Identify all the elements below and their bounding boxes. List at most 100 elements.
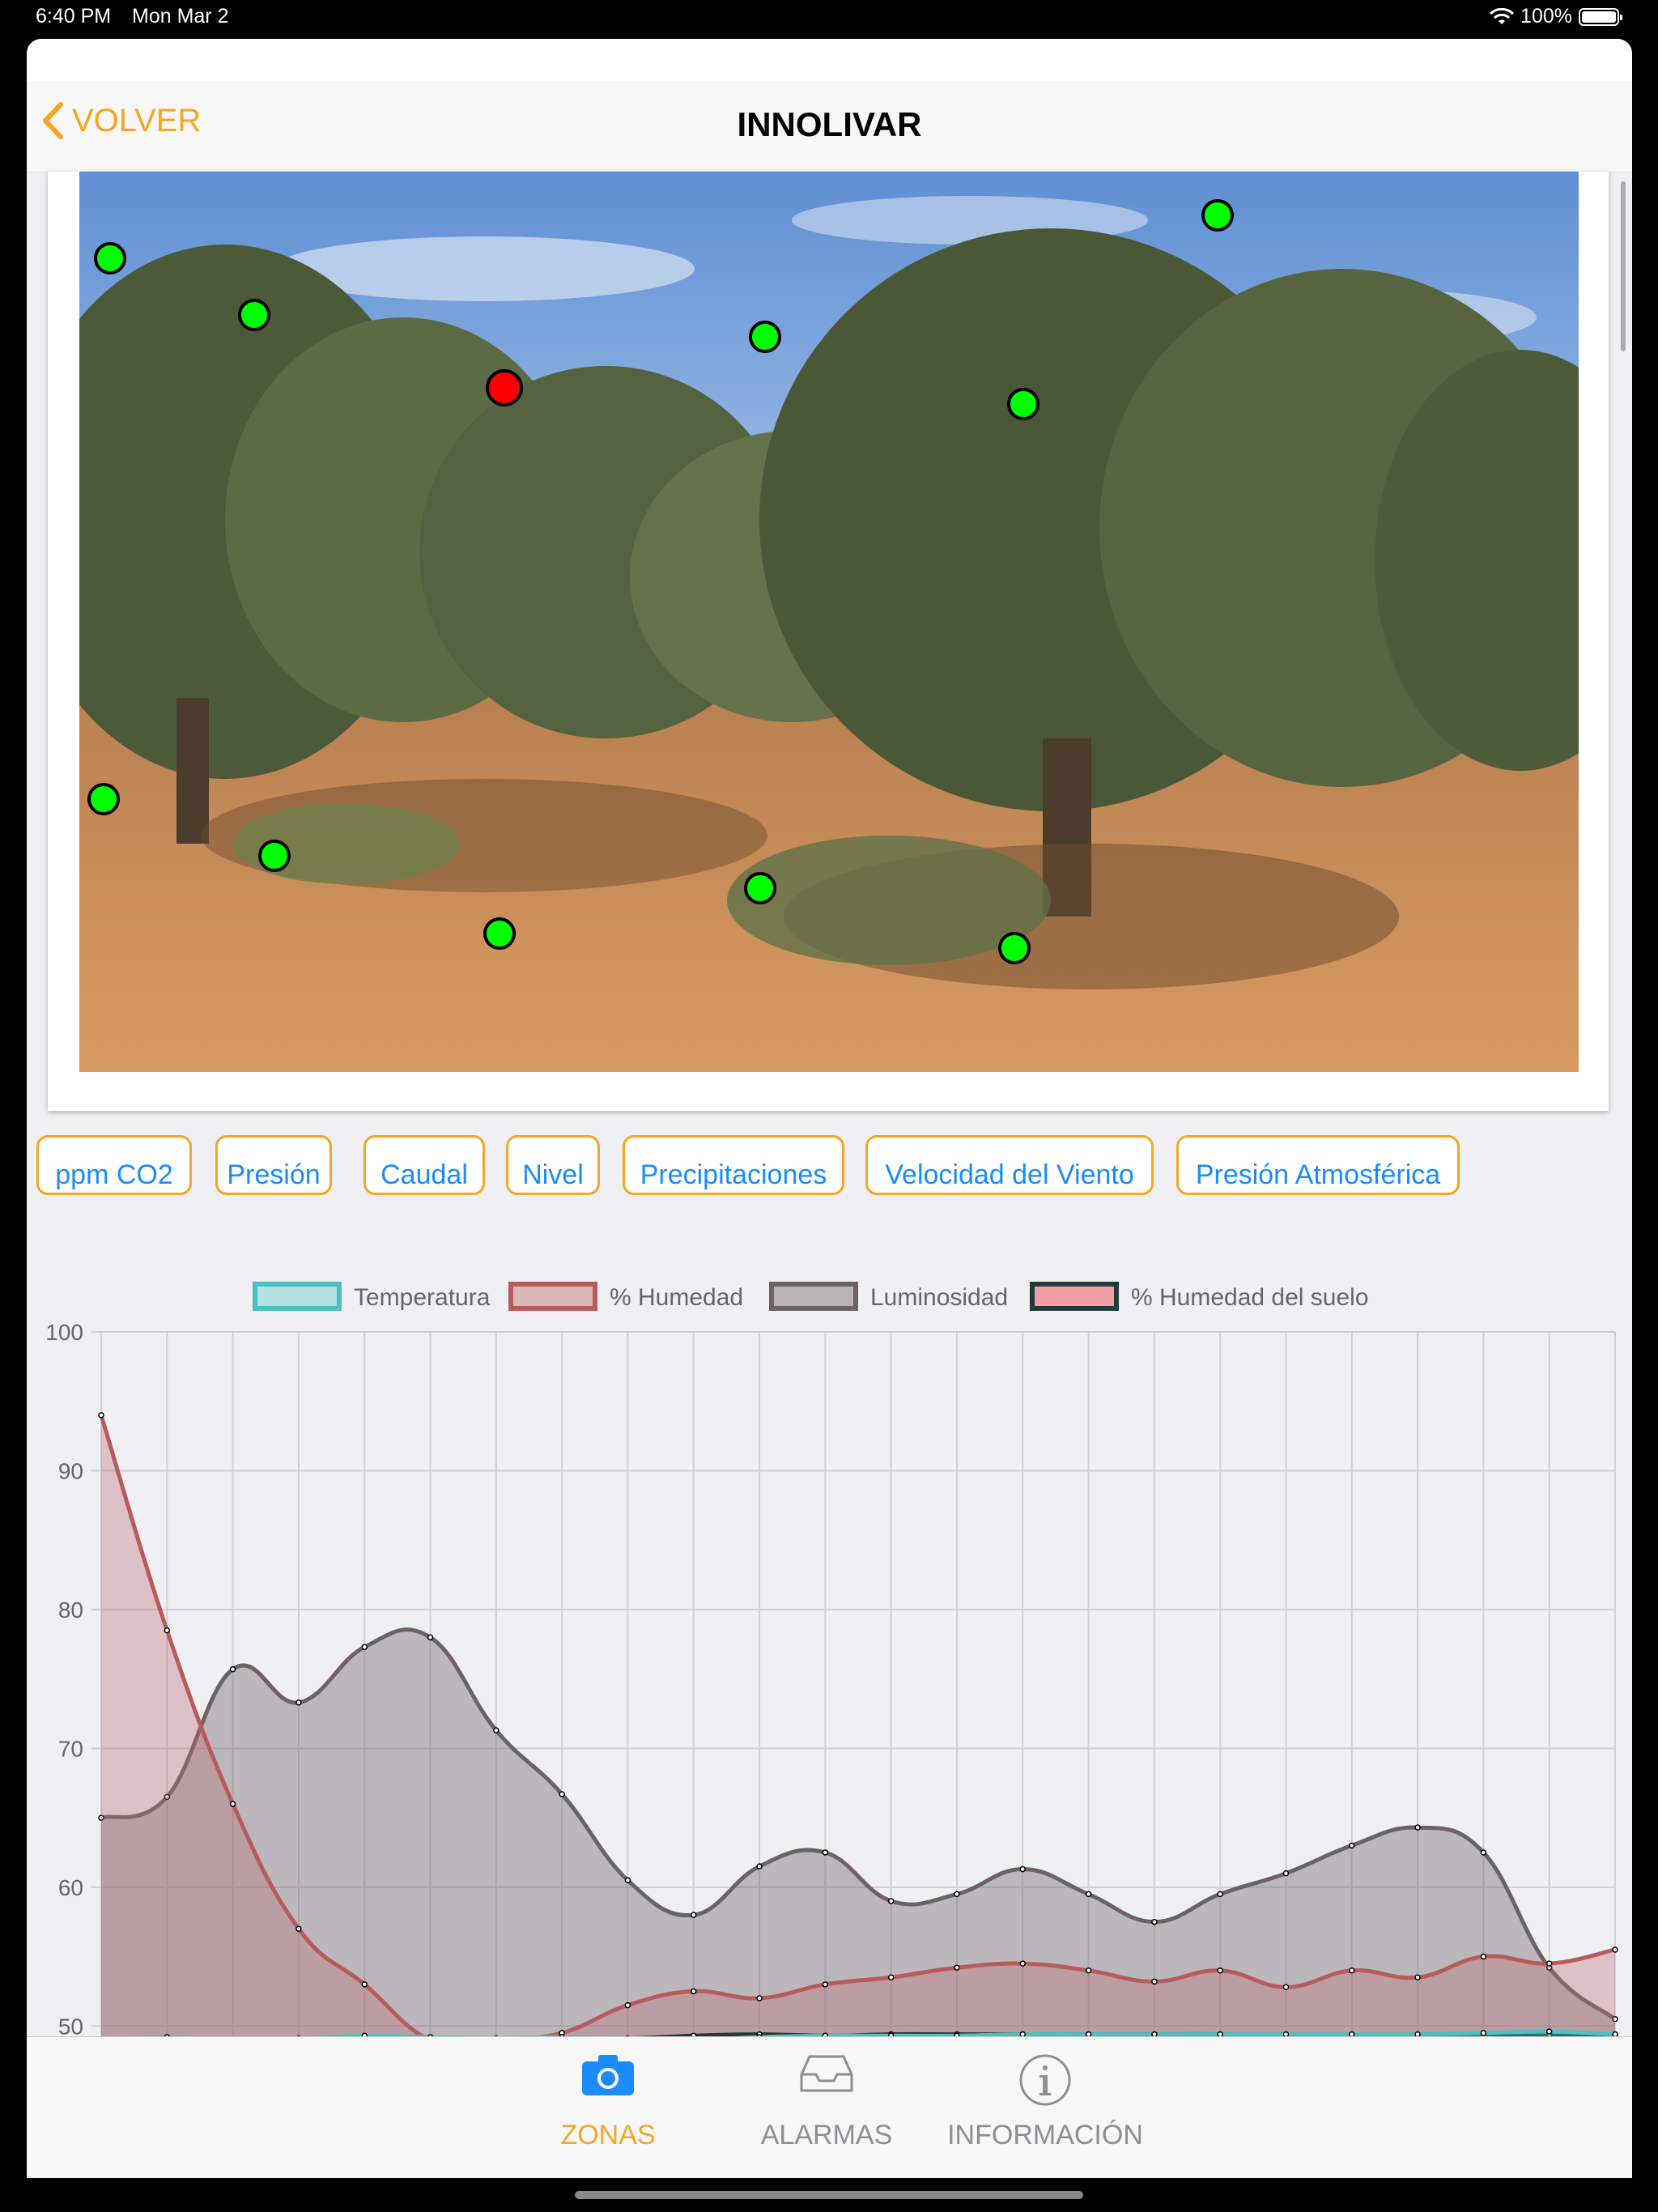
camera-icon — [582, 2055, 634, 2095]
data-point[interactable] — [493, 1727, 500, 1733]
filter-button[interactable]: Caudal — [363, 1135, 485, 1195]
data-point[interactable] — [1151, 1978, 1158, 1985]
home-indicator — [575, 2191, 1083, 2199]
data-point[interactable] — [954, 1964, 960, 1972]
filter-button[interactable]: Presión — [215, 1135, 332, 1195]
filter-button[interactable]: Velocidad del Viento — [865, 1135, 1154, 1195]
data-point[interactable] — [1414, 1824, 1421, 1831]
y-tick-label: 100 — [45, 1320, 83, 1345]
navigation-bar: VOLVER INNOLIVAR — [27, 81, 1632, 172]
data-point[interactable] — [295, 1925, 302, 1933]
sensor-marker[interactable] — [744, 872, 776, 904]
filter-button[interactable]: Nivel — [506, 1135, 600, 1195]
data-point[interactable] — [756, 1863, 763, 1870]
data-point[interactable] — [887, 1974, 895, 1981]
data-point[interactable] — [1085, 1967, 1092, 1974]
legend-swatch — [508, 1282, 597, 1311]
tab-label: ALARMAS — [760, 2120, 893, 2150]
legend-swatch — [769, 1282, 858, 1311]
data-point[interactable] — [690, 1912, 697, 1918]
data-point[interactable] — [559, 1791, 565, 1797]
sensor-marker-alert[interactable] — [486, 369, 523, 406]
data-point[interactable] — [164, 1627, 171, 1634]
data-point[interactable] — [427, 1634, 434, 1640]
status-time: 6:40 PM — [36, 5, 112, 28]
inbox-icon — [800, 2055, 853, 2092]
tab-label: INFORMACIÓN — [947, 2120, 1143, 2150]
data-point[interactable] — [1349, 1967, 1355, 1974]
status-right: 100% — [1490, 5, 1622, 28]
data-point[interactable] — [1019, 1960, 1027, 1967]
scroll-indicator — [1621, 181, 1626, 351]
data-point[interactable] — [1545, 1960, 1553, 1967]
data-point[interactable] — [1480, 1849, 1487, 1856]
data-point[interactable] — [361, 1981, 368, 1988]
data-point[interactable] — [229, 1801, 236, 1807]
tab-zonas[interactable]: ZONAS — [503, 2037, 713, 2150]
battery-percent: 100% — [1520, 5, 1572, 28]
sheet-top — [27, 39, 1632, 81]
data-point[interactable] — [822, 1849, 829, 1856]
sensor-marker[interactable] — [87, 783, 120, 815]
wifi-icon — [1490, 7, 1515, 24]
status-date: Mon Mar 2 — [132, 5, 229, 28]
filter-button[interactable]: ppm CO2 — [36, 1135, 192, 1195]
battery-icon — [1579, 7, 1622, 26]
tab-alarmas[interactable]: ALARMAS — [721, 2037, 932, 2150]
sensor-chart: 50 60 70 80 90 100 Temperatura % Humedad Luminos… — [45, 1282, 1618, 2047]
app-sheet: VOLVER INNOLIVAR 50 60 70 80 90 100 Temp… — [27, 39, 1632, 2178]
legend-swatch — [1030, 1282, 1119, 1311]
data-point[interactable] — [295, 1699, 302, 1706]
legend-label: Luminosidad — [870, 1284, 1008, 1311]
data-point[interactable] — [1282, 1870, 1290, 1877]
data-point[interactable] — [690, 1988, 697, 1995]
sensor-marker[interactable] — [1201, 199, 1234, 232]
y-tick-label: 50 — [58, 2014, 83, 2039]
legend-swatch — [253, 1282, 342, 1311]
data-point[interactable] — [624, 2001, 631, 2009]
data-point[interactable] — [1480, 1953, 1487, 1960]
data-point[interactable] — [1151, 1918, 1158, 1925]
legend-label: Temperatura — [354, 1284, 491, 1311]
filter-button[interactable]: Precipitaciones — [623, 1135, 844, 1195]
data-point[interactable] — [1480, 2030, 1487, 2036]
info-icon — [1019, 2054, 1071, 2106]
data-point[interactable] — [1217, 1967, 1223, 1974]
data-point[interactable] — [361, 1644, 368, 1650]
y-tick-label: 90 — [58, 1458, 83, 1483]
zone-photo-card — [48, 172, 1609, 1111]
y-tick-label: 80 — [58, 1597, 83, 1623]
tab-bar: ZONAS ALARMAS INFORMACIÓN — [27, 2036, 1632, 2178]
data-point[interactable] — [1282, 1984, 1290, 1991]
sensor-marker[interactable] — [238, 299, 270, 331]
data-point[interactable] — [229, 1665, 236, 1673]
olive-grove-image — [79, 172, 1579, 1072]
data-point[interactable] — [98, 1412, 104, 1419]
data-point[interactable] — [1019, 1865, 1027, 1873]
sensor-marker[interactable] — [483, 917, 516, 950]
data-point[interactable] — [1349, 1842, 1355, 1849]
y-tick-label: 60 — [58, 1875, 83, 1900]
legend-label: % Humedad del suelo — [1131, 1284, 1369, 1311]
tab-label: ZONAS — [560, 2120, 656, 2150]
filter-button[interactable]: Presión Atmosférica — [1176, 1135, 1460, 1195]
sensor-marker[interactable] — [94, 242, 126, 274]
data-point[interactable] — [1414, 1974, 1421, 1981]
sensor-marker[interactable] — [998, 932, 1031, 964]
data-point[interactable] — [822, 1981, 829, 1988]
sensor-marker[interactable] — [1007, 388, 1039, 420]
tab-informacion[interactable]: INFORMACIÓN — [940, 2037, 1150, 2150]
data-point[interactable] — [1545, 2028, 1553, 2035]
sensor-marker[interactable] — [749, 321, 781, 353]
data-point[interactable] — [1217, 1891, 1223, 1898]
data-point[interactable] — [1612, 1946, 1618, 1953]
legend-label: % Humedad — [610, 1284, 743, 1311]
data-point[interactable] — [624, 1877, 631, 1884]
sensor-marker[interactable] — [258, 840, 291, 872]
data-point[interactable] — [954, 1891, 960, 1898]
page-title: INNOLIVAR — [737, 105, 922, 143]
data-point[interactable] — [1085, 1891, 1092, 1898]
data-point[interactable] — [887, 1898, 895, 1904]
data-point[interactable] — [756, 1995, 763, 2001]
zone-photo — [79, 172, 1579, 1072]
